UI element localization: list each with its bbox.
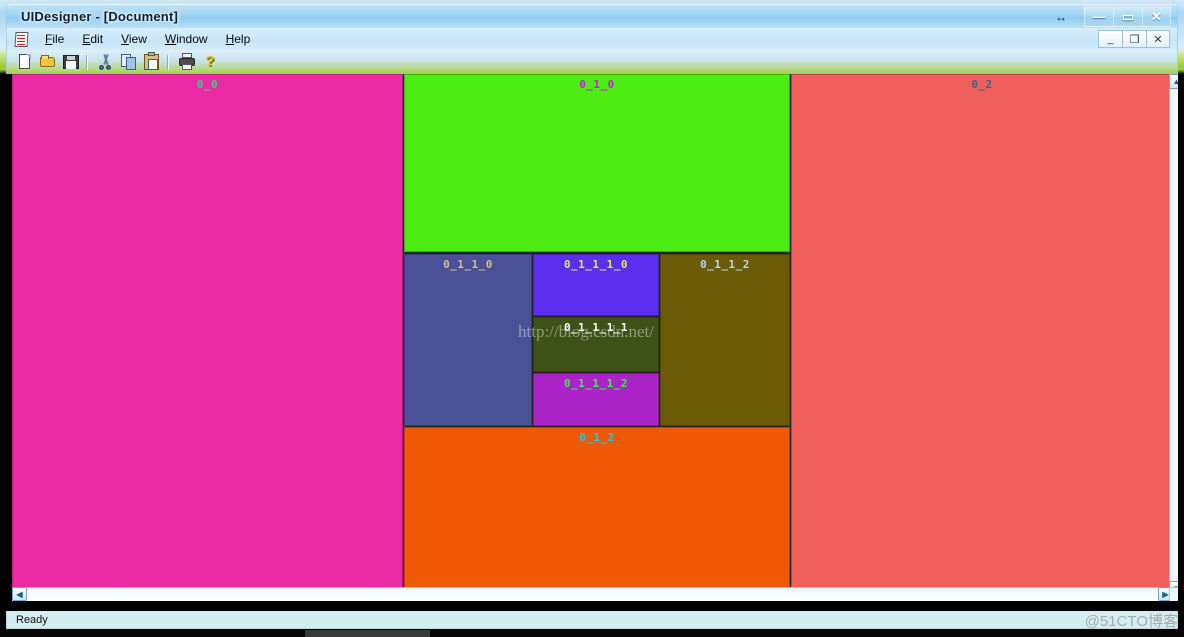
status-bar: Ready bbox=[6, 611, 1178, 629]
design-panel-label: 0_1_1_0 bbox=[443, 258, 493, 271]
design-panel-label: 0_1_1_1_0 bbox=[563, 258, 629, 271]
design-panel-0_2[interactable]: 0_2 bbox=[791, 74, 1173, 596]
scrollbar-corner bbox=[1169, 587, 1178, 601]
menu-item-file[interactable]: File bbox=[36, 30, 73, 48]
close-button[interactable]: ✕ bbox=[1142, 6, 1171, 27]
design-panel-label: 0_1_2 bbox=[579, 431, 615, 444]
mdi-minimize-button[interactable]: _ bbox=[1098, 30, 1122, 48]
design-panel-label: 0_0 bbox=[196, 78, 219, 91]
scroll-up-arrow-icon[interactable]: ▲ bbox=[1169, 74, 1178, 89]
design-panel-label: 0_1_1_2 bbox=[700, 258, 750, 271]
window-title: UIDesigner - [Document] bbox=[21, 9, 179, 24]
new-icon[interactable] bbox=[15, 52, 35, 72]
scroll-left-arrow-icon[interactable]: ◀ bbox=[12, 587, 27, 601]
design-panel-0_1_1_1_2[interactable]: 0_1_1_1_2 bbox=[533, 373, 659, 426]
paste-icon[interactable] bbox=[142, 52, 162, 72]
menu-item-window[interactable]: Window bbox=[156, 30, 217, 48]
design-panel-0_1_1_0[interactable]: 0_1_1_0 bbox=[404, 254, 532, 426]
design-panel-label: 0_1_1_1_1 bbox=[563, 321, 629, 334]
menu-item-help[interactable]: Help bbox=[217, 30, 260, 48]
design-panel-0_1_2[interactable]: 0_1_2 bbox=[404, 427, 790, 596]
screen: UIDesigner - [Document] ↔ — ▭ ✕ File Edi… bbox=[0, 0, 1184, 637]
mdi-child-controls: _ ❐ ✕ bbox=[1098, 30, 1170, 48]
design-panel-0_1_0[interactable]: 0_1_0 bbox=[404, 74, 790, 252]
design-panel-label: 0_1_0 bbox=[579, 78, 615, 91]
design-panel-label: 0_1_1_1_2 bbox=[563, 377, 629, 390]
design-canvas[interactable]: 0_0 0_1_0 0_1_1_0 0_1_1_1_0 0_1_1_1_1 0_1_1_1… bbox=[12, 74, 1173, 596]
vertical-scrollbar[interactable]: ▲ ▼ bbox=[1169, 74, 1178, 596]
save-icon[interactable] bbox=[61, 52, 81, 72]
window-controls: — ▭ ✕ bbox=[1084, 6, 1171, 27]
application-window: UIDesigner - [Document] ↔ — ▭ ✕ File Edi… bbox=[6, 4, 1178, 614]
document-icon[interactable] bbox=[14, 31, 30, 47]
toolbar-separator bbox=[86, 54, 88, 70]
resize-grip-icon[interactable]: ↔ bbox=[1055, 10, 1067, 24]
status-text: Ready bbox=[16, 613, 48, 626]
print-icon[interactable] bbox=[177, 52, 197, 72]
design-panel-0_1_1_1_1[interactable]: 0_1_1_1_1 bbox=[533, 317, 659, 372]
mdi-close-button[interactable]: ✕ bbox=[1146, 30, 1170, 48]
design-panel-0_1_1_2[interactable]: 0_1_1_2 bbox=[660, 254, 790, 426]
design-panel-label: 0_2 bbox=[971, 78, 993, 91]
toolbar-separator bbox=[167, 54, 169, 70]
design-panel-0_0[interactable]: 0_0 bbox=[12, 74, 403, 596]
copy-icon[interactable] bbox=[119, 52, 139, 72]
mdi-client-area: 0_0 0_1_0 0_1_1_0 0_1_1_1_0 0_1_1_1_1 0_1_1_1… bbox=[12, 74, 1178, 601]
mdi-restore-button[interactable]: ❐ bbox=[1122, 30, 1146, 48]
open-icon[interactable] bbox=[38, 52, 58, 72]
help-icon[interactable]: ? bbox=[200, 52, 220, 72]
minimize-button[interactable]: — bbox=[1084, 6, 1113, 27]
menu-item-edit[interactable]: Edit bbox=[73, 30, 112, 48]
title-bar[interactable]: UIDesigner - [Document] ↔ — ▭ ✕ bbox=[6, 4, 1178, 28]
taskbar-item[interactable] bbox=[305, 630, 430, 637]
menu-item-view[interactable]: View bbox=[112, 30, 156, 48]
cut-icon[interactable] bbox=[96, 52, 116, 72]
toolbar: ? bbox=[6, 50, 1178, 74]
horizontal-scrollbar[interactable]: ◀ ▶ bbox=[12, 587, 1173, 601]
design-panel-0_1_1_1_0[interactable]: 0_1_1_1_0 bbox=[533, 254, 659, 316]
taskbar[interactable] bbox=[0, 629, 1184, 637]
menu-bar: File Edit View Window Help bbox=[6, 28, 1178, 50]
maximize-button[interactable]: ▭ bbox=[1113, 6, 1142, 27]
